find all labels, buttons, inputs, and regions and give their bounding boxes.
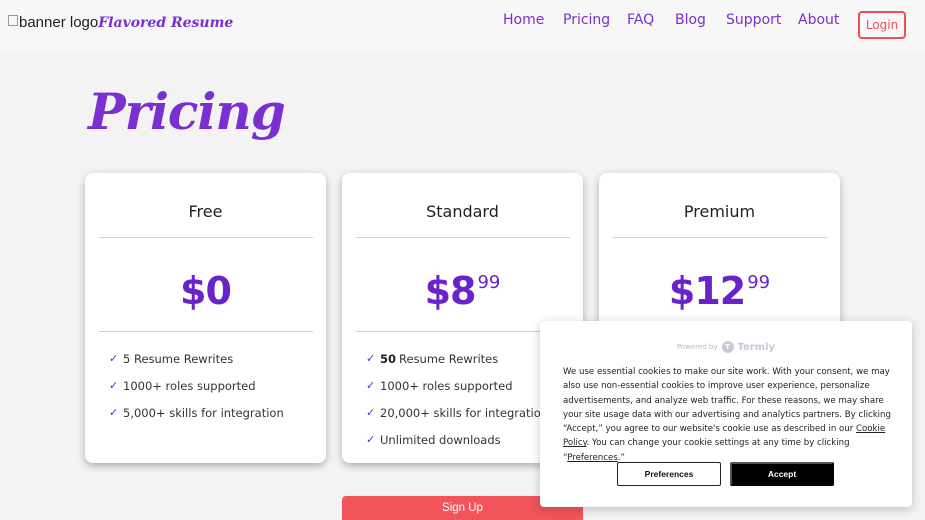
plan-name: Premium (683, 202, 756, 221)
plan-name: Free (188, 202, 223, 221)
banner-logo-alt-text: banner logo (19, 14, 99, 31)
top-navbar: banner logo Flavored Resume Home Pricing… (0, 0, 925, 50)
price-main: $12 (668, 269, 746, 313)
divider (99, 237, 313, 238)
feature-text: 1000+ roles supported (123, 378, 256, 393)
check-icon: ✓ (366, 406, 376, 419)
divider (613, 237, 827, 238)
feature-item: ✓ 50 Resume Rewrites (366, 345, 548, 372)
feature-text: 5 Resume Rewrites (123, 351, 234, 366)
login-button[interactable]: Login (858, 11, 906, 39)
nav-about[interactable]: About (798, 12, 839, 28)
feature-item: ✓ 5 Resume Rewrites (109, 345, 284, 372)
brand[interactable]: banner logo Flavored Resume (8, 14, 233, 31)
page-title: Pricing (88, 82, 286, 141)
check-icon: ✓ (366, 352, 376, 365)
plan-card-free: Free $0 ✓ 5 Resume Rewrites ✓ 1000+ roles … (85, 173, 326, 463)
plan-price: $0 (85, 269, 326, 313)
check-icon: ✓ (366, 433, 376, 446)
cookie-consent-dialog: Powered by T Termly We use essential coo… (540, 321, 912, 507)
nav-home[interactable]: Home (503, 12, 544, 28)
feature-text: Resume Rewrites (399, 351, 499, 366)
termly-wordmark: Termly (737, 341, 776, 353)
banner-logo-image: banner logo (8, 14, 98, 31)
feature-highlight: 50 (380, 351, 397, 366)
powered-by-termly[interactable]: Powered by T Termly (540, 341, 912, 353)
feature-item: ✓ Unlimited downloads (366, 426, 548, 453)
feature-item: ✓ 1000+ roles supported (109, 372, 284, 399)
accept-button[interactable]: Accept (730, 462, 834, 486)
price-cents: 99 (747, 272, 771, 293)
nav-support[interactable]: Support (726, 12, 781, 28)
check-icon: ✓ (366, 379, 376, 392)
feature-text: Unlimited downloads (380, 432, 501, 447)
plan-price: $8 99 (342, 269, 583, 313)
check-icon: ✓ (109, 352, 119, 365)
check-icon: ✓ (109, 379, 119, 392)
price-main: $8 (424, 269, 477, 313)
price-main: $0 (180, 269, 232, 313)
powered-by-label: Powered by (676, 343, 718, 351)
cookie-consent-text: We use essential cookies to make our sit… (563, 365, 891, 465)
preferences-link[interactable]: Preferences (567, 453, 618, 463)
feature-text: 1000+ roles supported (380, 378, 513, 393)
divider (356, 237, 570, 238)
check-icon: ✓ (109, 406, 119, 419)
nav-blog[interactable]: Blog (675, 12, 706, 28)
feature-item: ✓ 20,000+ skills for integration (366, 399, 548, 426)
price-cents: 99 (477, 272, 501, 293)
consent-text-part: We use essential cookies to make our sit… (563, 367, 891, 435)
broken-image-icon (8, 15, 18, 26)
feature-text: 20,000+ skills for integration (380, 405, 549, 420)
divider (356, 331, 570, 332)
nav-pricing[interactable]: Pricing (563, 12, 610, 28)
preferences-button[interactable]: Preferences (617, 462, 721, 486)
plan-price: $12 99 (599, 269, 840, 313)
divider (99, 331, 313, 332)
feature-list: ✓ 50 Resume Rewrites ✓ 1000+ roles supporte… (366, 345, 548, 453)
feature-item: ✓ 1000+ roles supported (366, 372, 548, 399)
nav-faq[interactable]: FAQ (627, 12, 654, 28)
feature-text: 5,000+ skills for integration (123, 405, 284, 420)
feature-item: ✓ 5,000+ skills for integration (109, 399, 284, 426)
plan-name: Standard (426, 202, 499, 221)
termly-logo-icon: T (721, 341, 734, 353)
feature-list: ✓ 5 Resume Rewrites ✓ 1000+ roles supporte… (109, 345, 284, 426)
brand-name[interactable]: Flavored Resume (98, 15, 233, 31)
